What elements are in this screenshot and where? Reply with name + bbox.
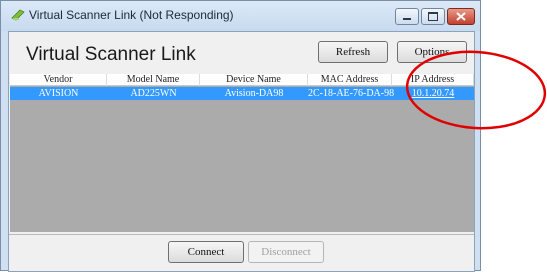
column-header-model-name[interactable]: Model Name [107,74,200,86]
app-window: Virtual Scanner Link (Not Responding) Vi… [0,0,481,272]
cell-device-name: Avision-DA98 [224,88,284,99]
maximize-icon [428,12,438,21]
column-header-mac-address[interactable]: MAC Address [308,74,392,86]
table-row[interactable]: AVISION AD225WN Avision-DA98 2C-18-AE-76… [10,87,474,100]
scanner-app-icon [11,9,25,21]
column-header-vendor[interactable]: Vendor [10,74,107,86]
close-button[interactable] [447,8,475,25]
options-button[interactable]: Options [397,41,467,63]
footer-divider [9,234,474,235]
scanner-table: Vendor Model Name Device Name MAC Addres… [10,74,474,232]
ip-address-link[interactable]: 10.1.20.74 [392,87,474,100]
minimize-button[interactable] [395,8,419,25]
cell-mac-address: 2C-18-AE-76-DA-98 [308,88,395,99]
cell-model-name: AD225WN [130,88,177,99]
main-panel: Virtual Scanner Link Refresh Options Ven… [8,31,475,272]
column-header-ip-address[interactable]: IP Address [392,74,474,86]
connect-button[interactable]: Connect [168,241,244,263]
window-title: Virtual Scanner Link (Not Responding) [29,8,234,22]
cell-vendor: AVISION [38,88,79,99]
refresh-button[interactable]: Refresh [318,41,388,63]
maximize-button[interactable] [421,8,445,25]
column-header-device-name[interactable]: Device Name [200,74,308,86]
table-header: Vendor Model Name Device Name MAC Addres… [10,74,474,86]
minimize-icon [403,18,411,20]
close-icon [456,12,466,21]
disconnect-button: Disconnect [248,241,324,263]
title-bar[interactable]: Virtual Scanner Link (Not Responding) [1,1,480,31]
page-title: Virtual Scanner Link [26,44,196,65]
